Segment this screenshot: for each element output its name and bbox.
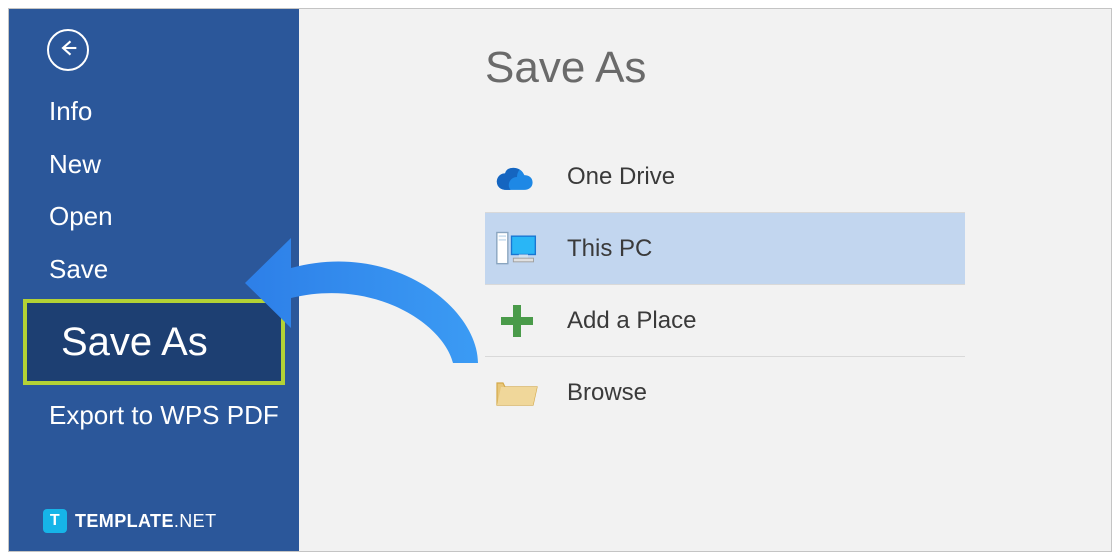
backstage-sidebar: Info New Open Save Save As Export to WPS… xyxy=(9,9,299,551)
page-title: Save As xyxy=(485,43,1111,93)
save-as-panel: Save As One Drive xyxy=(299,9,1111,551)
branding-prefix: TEMPLATE xyxy=(75,511,174,531)
sidebar-item-new[interactable]: New xyxy=(9,138,299,191)
sidebar-item-export-wps-pdf[interactable]: Export to WPS PDF xyxy=(9,389,299,442)
location-label: One Drive xyxy=(567,163,675,191)
branding-logo: T TEMPLATE.NET xyxy=(43,509,216,533)
sidebar-item-info[interactable]: Info xyxy=(9,85,299,138)
location-browse[interactable]: Browse xyxy=(485,357,965,429)
onedrive-icon xyxy=(495,155,539,199)
location-label: This PC xyxy=(567,235,652,263)
location-list: One Drive This PC xyxy=(485,141,965,429)
arrow-left-icon xyxy=(58,38,78,63)
location-label: Browse xyxy=(567,379,647,407)
location-one-drive[interactable]: One Drive xyxy=(485,141,965,213)
location-this-pc[interactable]: This PC xyxy=(485,213,965,285)
add-place-icon xyxy=(495,299,539,343)
this-pc-icon xyxy=(495,227,539,271)
branding-suffix: .NET xyxy=(174,511,217,531)
location-add-a-place[interactable]: Add a Place xyxy=(485,285,965,357)
folder-icon xyxy=(495,371,539,415)
back-button[interactable] xyxy=(47,29,89,71)
location-label: Add a Place xyxy=(567,307,696,335)
sidebar-item-open[interactable]: Open xyxy=(9,190,299,243)
template-badge-icon: T xyxy=(43,509,67,533)
sidebar-item-save[interactable]: Save xyxy=(9,243,299,296)
sidebar-item-save-as[interactable]: Save As xyxy=(23,299,285,385)
